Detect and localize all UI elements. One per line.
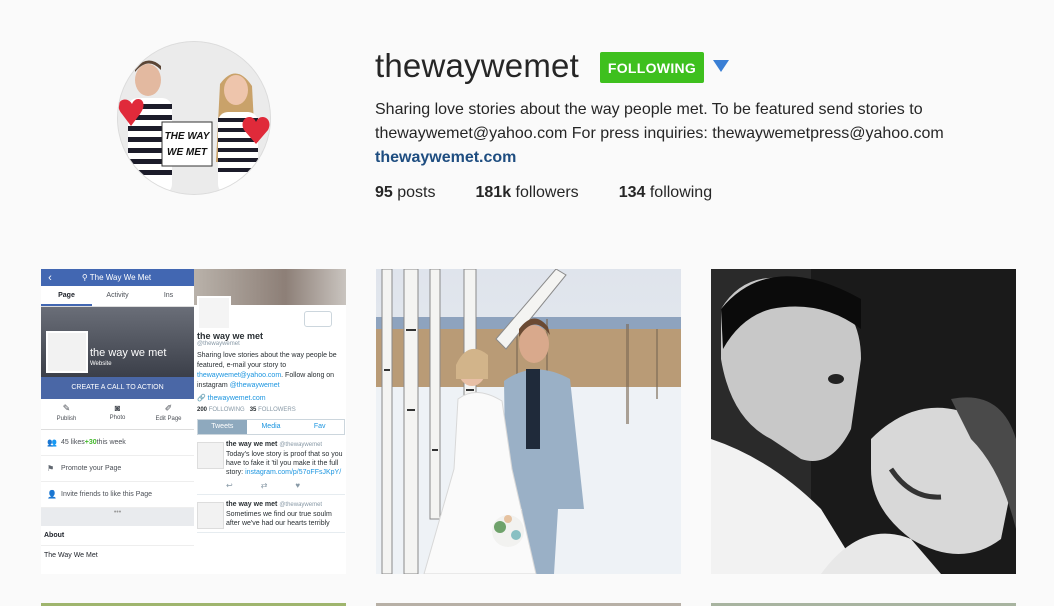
fb-divider: ••• [41,508,194,526]
website-link[interactable]: thewaywemet.com [375,146,995,170]
profile-username: thewaywemet [375,47,579,84]
profile-stats: 95 posts 181k followers 134 following [375,184,752,202]
fb-likes-row: 👥 45 likes +30 this week [41,430,194,456]
tw-tweet-2: the way we met @thewaywemet Sometimes we… [197,500,345,533]
profile-avatar[interactable]: THE WAY WE MET [118,42,270,194]
fb-action-edit: Edit Page [155,416,182,422]
tw-followers-count: 35 [249,407,257,413]
posts-count: 95 [375,184,393,201]
post-tile-2[interactable] [376,269,681,574]
twitter-screenshot: the way we met @thewaywemet Sharing love… [194,269,346,574]
pencil-icon: ✐ [164,403,173,413]
fb-invite: Invite friends to like this Page [61,491,153,498]
tw-bio: Sharing love stories about the way peopl… [197,351,345,391]
wedding-photo [376,269,681,574]
fb-header: ‹ ⚲ The Way We Met [41,269,194,286]
followers-stat[interactable]: 181k followers [476,184,579,202]
tw-tweet-text-2: Sometimes we find our true soulm after w… [226,511,332,527]
tw-following-count: 200 [197,407,208,413]
fb-header-title: The Way We Met [89,273,152,282]
tw-tab-media: Media [261,423,281,430]
fb-actions: ✎ Publish ◙ Photo ✐ Edit Page [41,399,194,430]
publish-icon: ✎ [62,403,71,413]
bw-couple-photo [711,269,1016,574]
tw-handle: @thewaywemet [197,341,240,347]
people-icon: 👥 [47,438,57,447]
camera-icon: ◙ [114,403,121,413]
tw-tweet-handle: @thewaywemet [279,442,323,448]
following-label: following [649,184,713,201]
link-icon: 🔗 [197,395,208,402]
followers-count: 181k [475,184,512,201]
tw-tweet-avatar [197,442,224,469]
heart-icon: ♥ [295,481,301,490]
retweet-icon: ⇄ [260,481,268,490]
tw-link-text: thewaywemet.com [207,395,266,402]
tw-tab-tweets: Tweets [198,420,247,434]
tw-edit-button [304,311,332,327]
follow-dropdown-arrow-icon[interactable] [713,60,729,72]
posts-stat: 95 posts [375,184,436,202]
avatar-sign-line1: THE WAY [165,131,211,142]
fb-tab-insights: Ins [163,292,174,299]
tw-bio-ig: @thewaywemet [229,382,280,389]
fb-cover: the way we met Website [41,307,194,377]
tw-avatar [197,296,231,330]
fb-about-name: The Way We Met [44,552,98,559]
following-stat[interactable]: 134 following [619,184,712,202]
fb-likes-delta: +30 [84,439,97,446]
tw-tweet-actions: ↩ ⇄ ♥ [226,481,345,490]
fb-tabs: Page Activity Ins [41,286,194,307]
fb-page-name: the way we met [90,347,167,359]
tw-tabs: Tweets Media Fav [197,419,345,435]
fb-likes-prefix: 45 likes [61,439,85,446]
fb-tab-page: Page [41,286,92,306]
tw-stats: 200 FOLLOWING 35 FOLLOWERS [197,407,345,413]
tw-following-label: FOLLOWING [208,407,245,413]
fb-cta-button: CREATE A CALL TO ACTION [41,377,194,399]
fb-promote-row: ⚑ Promote your Page [41,456,194,482]
reply-icon: ↩ [226,481,233,490]
tw-tweet-name: the way we met [226,441,278,448]
post-tile-1[interactable]: ‹ ⚲ The Way We Met Page Activity Ins the… [41,269,346,574]
fb-back-icon: ‹ [48,271,52,284]
following-count: 134 [618,184,646,201]
tw-tweet-1: the way we met @thewaywemet Today's love… [197,440,345,495]
following-button[interactable]: FOLLOWING [600,52,704,83]
tw-tweet-name-2: the way we met [226,501,278,508]
tw-tab-favorites: Fav [313,423,326,430]
flag-icon: ⚑ [47,464,55,473]
tw-name: the way we met [197,331,264,341]
tw-tweet-handle-2: @thewaywemet [279,502,323,508]
posts-label: posts [397,184,436,201]
tw-tweet-avatar-2 [197,502,224,529]
profile-bio: Sharing love stories about the way peopl… [375,98,995,170]
fb-action-publish: Publish [56,416,77,422]
fb-likes-suffix: this week [96,439,126,446]
fb-page-avatar [46,331,88,373]
fb-search-icon: ⚲ [81,273,90,282]
tw-bio-part1: Sharing love stories about the way peopl… [197,352,337,369]
tw-link: 🔗 thewaywemet.com [197,394,345,402]
facebook-screenshot: ‹ ⚲ The Way We Met Page Activity Ins the… [41,269,195,574]
fb-promote: Promote your Page [61,465,122,472]
tw-followers-label: FOLLOWERS [258,407,296,413]
fb-invite-row: 👤 Invite friends to like this Page [41,482,194,508]
fb-page-category: Website [90,361,112,367]
tw-bio-email: thewaywemet@yahoo.com [197,372,282,379]
fb-action-photo: Photo [109,415,126,421]
avatar-photo: THE WAY WE MET [118,42,270,194]
profile-page: THE WAY WE MET thewaywemet FOLLOWING Sha… [0,0,1054,606]
person-icon: 👤 [47,490,57,499]
followers-label: followers [515,184,579,201]
post-tile-3[interactable] [711,269,1016,574]
fb-tab-activity: Activity [106,292,129,299]
avatar-sign-line2: WE MET [167,147,208,158]
fb-about-heading: About [41,526,194,546]
bio-text: Sharing love stories about the way peopl… [375,101,944,142]
tw-tweet-link: instagram.com/p/57oFFsJKpY/ [245,469,342,476]
